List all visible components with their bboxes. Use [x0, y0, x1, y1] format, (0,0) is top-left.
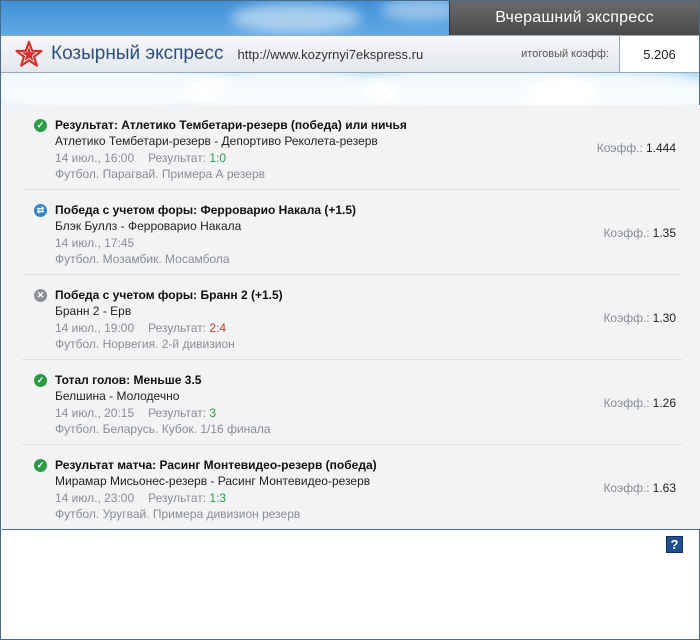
refresh-circle-icon: ⇄: [34, 204, 47, 217]
bet-meta: 14 июл., 23:00 Результат: 1:3: [55, 491, 226, 505]
bet-item: ✓ Результат матча: Расинг Монтевидео-рез…: [22, 445, 682, 530]
bet-title: Результат: Атлетико Тембетари-резерв (по…: [55, 118, 407, 132]
bet-meta: 14 июл., 20:15 Результат: 3: [55, 406, 216, 420]
coef-label: Коэфф.:: [603, 396, 650, 410]
bet-title: Тотал голов: Меньше 3.5: [55, 373, 202, 387]
header-badge: Вчерашний экспресс: [449, 1, 699, 35]
red-star-icon: [15, 40, 43, 67]
bet-coef: Коэфф.: 1.444: [597, 141, 676, 155]
bet-title: Результат матча: Расинг Монтевидео-резер…: [55, 458, 377, 472]
coef-value: 1.30: [652, 311, 676, 325]
result-label: Результат:: [148, 151, 207, 165]
bet-teams: Бранн 2 - Ерв: [55, 304, 132, 318]
result-value: 3: [209, 406, 217, 420]
result-value: 1:0: [209, 151, 227, 165]
bet-datetime: 14 июл., 16:00: [55, 151, 135, 165]
widget-frame: Вчерашний экспресс Козырный экспресс htt…: [0, 0, 700, 640]
bet-coef: Коэфф.: 1.26: [603, 396, 676, 410]
bet-meta: 14 июл., 16:00 Результат: 1:0: [55, 151, 226, 165]
bet-datetime: 14 июл., 20:15: [55, 406, 135, 420]
coef-value: 1.35: [652, 226, 676, 240]
bet-datetime: 14 июл., 19:00: [55, 321, 135, 335]
result-label: Результат:: [148, 491, 207, 505]
bet-item: ✓ Результат: Атлетико Тембетари-резерв (…: [22, 105, 682, 190]
result-label: Результат:: [148, 321, 207, 335]
bet-teams: Белшина - Молодечно: [55, 389, 180, 403]
help-icon[interactable]: ?: [666, 536, 683, 553]
bet-title: Победа с учетом форы: Бранн 2 (+1.5): [55, 288, 283, 302]
bet-list: ✓ Результат: Атлетико Тембетари-резерв (…: [2, 105, 700, 530]
coef-label: Коэфф.:: [603, 481, 650, 495]
bet-datetime: 14 июл., 17:45: [55, 236, 135, 250]
total-coef-value: 5.206: [619, 36, 699, 72]
bet-coef: Коэфф.: 1.35: [603, 226, 676, 240]
coef-value: 1.63: [652, 481, 676, 495]
x-circle-icon: ✕: [34, 289, 47, 302]
total-coef-label: итоговый коэфф:: [521, 48, 609, 60]
bet-teams: Атлетико Тембетари-резерв - Депортиво Ре…: [55, 134, 378, 148]
bet-league: Футбол. Уругвай. Примера дивизион резерв: [55, 507, 301, 521]
site-url[interactable]: http://www.kozyrnyi7ekspress.ru: [238, 47, 424, 62]
bet-league: Футбол. Беларусь. Кубок. 1/16 финала: [55, 422, 271, 436]
bet-meta: 14 июл., 17:45: [55, 236, 134, 250]
bet-teams: Блэк Буллз - Ферроварио Накала: [55, 219, 242, 233]
bet-coef: Коэфф.: 1.30: [603, 311, 676, 325]
bet-title: Победа с учетом форы: Ферроварио Накала …: [55, 203, 357, 217]
bet-teams: Мирамар Мисьонес-резерв - Расинг Монтеви…: [55, 474, 371, 488]
result-label: Результат:: [148, 406, 207, 420]
coef-label: Коэфф.:: [603, 226, 650, 240]
coef-label: Коэфф.:: [596, 141, 643, 155]
coef-value: 1.26: [652, 396, 676, 410]
brand-name: Козырный экспресс: [51, 43, 224, 64]
coef-label: Коэфф.:: [603, 311, 650, 325]
bet-datetime: 14 июл., 23:00: [55, 491, 135, 505]
bet-league: Футбол. Норвегия. 2-й дивизион: [55, 337, 235, 351]
bet-item: ⇄ Победа с учетом форы: Ферроварио Накал…: [22, 190, 682, 275]
check-circle-icon: ✓: [34, 119, 47, 132]
result-value: 1:3: [209, 491, 227, 505]
bet-meta: 14 июл., 19:00 Результат: 2:4: [55, 321, 226, 335]
bet-item: ✓ Тотал голов: Меньше 3.5 Белшина - Моло…: [22, 360, 682, 445]
bet-league: Футбол. Парагвай. Примера А резерв: [55, 167, 265, 181]
bet-item: ✕ Победа с учетом форы: Бранн 2 (+1.5) Б…: [22, 275, 682, 360]
check-circle-icon: ✓: [34, 459, 47, 472]
check-circle-icon: ✓: [34, 374, 47, 387]
brand-bar: Козырный экспресс http://www.kozyrnyi7ek…: [1, 35, 699, 73]
bet-league: Футбол. Мозамбик. Мосамбола: [55, 252, 230, 266]
coef-value: 1.444: [645, 141, 676, 155]
bet-coef: Коэфф.: 1.63: [603, 481, 676, 495]
result-value: 2:4: [209, 321, 227, 335]
sky-header: Вчерашний экспресс Козырный экспресс htt…: [1, 1, 699, 105]
